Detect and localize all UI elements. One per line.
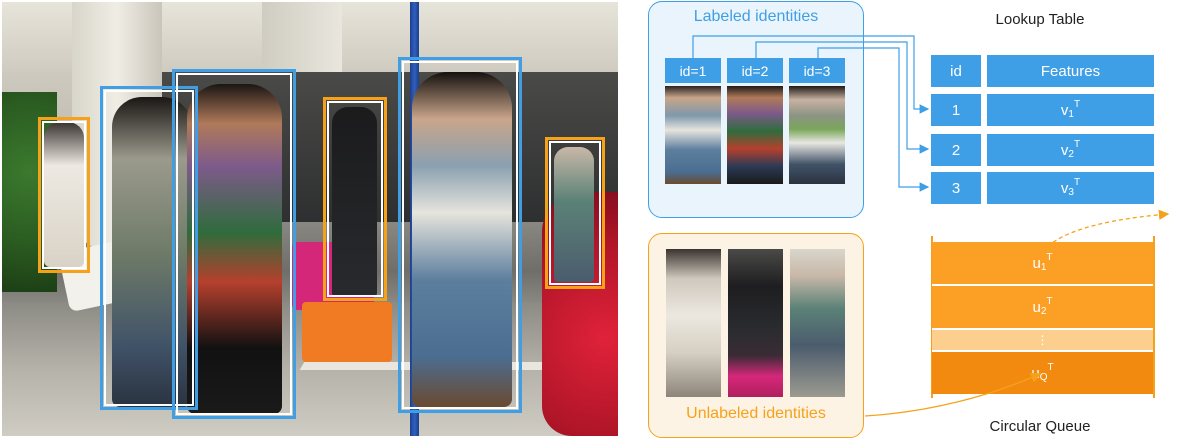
queue-sub: 1: [1040, 261, 1047, 273]
labeled-detection-box: [398, 57, 522, 413]
lookup-table-title: Lookup Table: [995, 11, 1085, 28]
queue-item-q: uQT: [932, 350, 1153, 394]
feature-sub: 3: [1068, 186, 1074, 198]
feature-sup: T: [1073, 138, 1081, 150]
feature-base: v: [1060, 179, 1069, 197]
queue-base: u: [1032, 254, 1041, 272]
lookup-header-id: id: [931, 55, 981, 87]
labeled-crop-1: [665, 86, 721, 184]
unlabeled-crop-1: [666, 249, 721, 397]
lookup-row-feature-2: v2T: [987, 134, 1154, 166]
feature-sub: 1: [1068, 108, 1074, 120]
circular-queue-title: Circular Queue: [989, 418, 1091, 435]
unlabeled-crop-3: [790, 249, 845, 397]
scene-image: [2, 2, 618, 436]
lookup-row-id-2: 2: [931, 134, 981, 166]
unlabeled-detection-box: [545, 137, 605, 289]
labeled-crop-3: [789, 86, 845, 184]
queue-right-border: [1153, 236, 1155, 398]
queue-sup: T: [1046, 251, 1053, 263]
lookup-row-feature-1: v1T: [987, 94, 1154, 126]
queue-ellipsis: ⋮: [932, 328, 1153, 350]
labeled-detection-box: [172, 69, 296, 419]
queue-sup: T: [1047, 361, 1054, 373]
queue-base: u: [1031, 364, 1040, 382]
feature-sub: 2: [1068, 148, 1074, 160]
id-tab-2: id=2: [727, 58, 783, 83]
lookup-row-feature-3: v3T: [987, 172, 1154, 204]
lookup-row-id-3: 3: [931, 172, 981, 204]
feature-sup: T: [1073, 176, 1081, 188]
unlabeled-crop-2: [728, 249, 783, 397]
unlabeled-identities-title: Unlabeled identities: [686, 405, 826, 422]
id-tab-1: id=1: [665, 58, 721, 83]
id-tab-3: id=3: [789, 58, 845, 83]
orange-cart: [302, 302, 392, 362]
lookup-row-id-1: 1: [931, 94, 981, 126]
feature-sup: T: [1073, 98, 1081, 110]
queue-sub: Q: [1039, 371, 1048, 383]
queue-ellipsis-text: ⋮: [1036, 333, 1049, 347]
queue-sub: 2: [1040, 305, 1047, 317]
queue-sup: T: [1046, 295, 1053, 307]
labeled-identities-title: Labeled identities: [693, 8, 819, 25]
queue-item-1: u1T: [932, 242, 1153, 284]
feature-base: v: [1060, 141, 1069, 159]
queue-base: u: [1032, 298, 1041, 316]
lookup-header-features: Features: [987, 55, 1154, 87]
unlabeled-detection-box: [38, 117, 90, 273]
unlabeled-detection-box: [323, 97, 387, 301]
queue-item-2: u2T: [932, 284, 1153, 328]
labeled-crop-2: [727, 86, 783, 184]
feature-base: v: [1060, 101, 1069, 119]
